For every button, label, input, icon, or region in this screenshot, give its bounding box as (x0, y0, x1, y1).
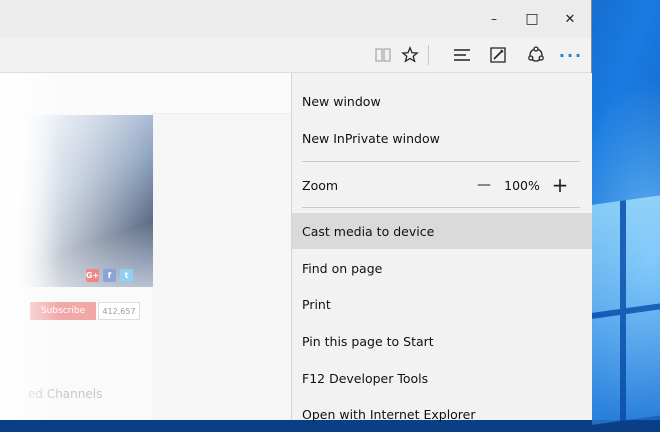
menu-divider (302, 161, 580, 162)
windows-logo-graphic (592, 195, 660, 425)
menu-item-new-window[interactable]: New window (292, 83, 592, 119)
zoom-in-button[interactable]: + (548, 173, 572, 197)
menu-item-label: Zoom (302, 177, 339, 193)
web-note-icon (490, 47, 506, 63)
reading-view-icon (375, 48, 391, 62)
facebook-icon[interactable]: f (103, 269, 116, 282)
menu-item-find-on-page[interactable]: Find on page (292, 250, 592, 286)
menu-item-pin-to-start[interactable]: Pin this page to Start (292, 323, 592, 359)
menu-item-developer-tools[interactable]: F12 Developer Tools (292, 360, 592, 396)
favorite-star-icon (401, 46, 419, 63)
more-actions-menu: New window New InPrivate window Zoom — 1… (291, 73, 592, 422)
browser-toolbar: ··· (0, 38, 591, 73)
zoom-out-button[interactable]: — (472, 173, 496, 197)
reading-view-button[interactable] (368, 41, 398, 69)
menu-item-zoom: Zoom — 100% + (292, 167, 592, 203)
menu-item-label: New window (302, 93, 381, 109)
hub-icon (454, 49, 470, 61)
more-icon: ··· (558, 45, 584, 65)
menu-item-label: New InPrivate window (302, 130, 440, 146)
zoom-control: — 100% + (472, 167, 572, 203)
minimize-icon: – (491, 12, 497, 26)
title-bar: – □ ✕ (0, 0, 591, 38)
menu-item-new-inprivate-window[interactable]: New InPrivate window (292, 120, 592, 156)
maximize-icon: □ (525, 11, 539, 27)
hub-button[interactable] (447, 41, 477, 69)
menu-item-label: F12 Developer Tools (302, 370, 429, 386)
menu-item-label: Print (302, 296, 331, 312)
minus-icon: — (477, 177, 491, 193)
menu-item-cast-media[interactable]: Cast media to device (292, 213, 592, 249)
share-button[interactable] (521, 41, 551, 69)
plus-icon: + (551, 173, 569, 197)
menu-item-label: Cast media to device (302, 223, 435, 239)
menu-item-label: Find on page (302, 260, 383, 276)
close-icon: ✕ (564, 11, 576, 27)
more-actions-button[interactable]: ··· (556, 41, 586, 69)
minimize-button[interactable]: – (476, 6, 512, 32)
page-fade-overlay (0, 73, 60, 420)
subscriber-count: 412,657 (98, 302, 140, 320)
google-plus-icon[interactable]: G+ (86, 269, 99, 282)
menu-item-open-with-ie[interactable]: Open with Internet Explorer (292, 396, 592, 432)
favorites-button[interactable] (395, 41, 425, 69)
menu-item-label: Pin this page to Start (302, 333, 434, 349)
share-icon (528, 46, 544, 62)
web-note-button[interactable] (483, 41, 513, 69)
edge-browser-window: – □ ✕ ··· G+ f t Subscribe 412,657 ed Ch… (0, 0, 592, 422)
twitter-icon[interactable]: t (120, 269, 133, 282)
menu-divider (302, 207, 580, 208)
close-button[interactable]: ✕ (552, 6, 588, 32)
menu-item-print[interactable]: Print (292, 286, 592, 322)
maximize-button[interactable]: □ (514, 6, 550, 32)
menu-item-label: Open with Internet Explorer (302, 406, 476, 422)
zoom-level: 100% (504, 177, 540, 193)
page-content: G+ f t Subscribe 412,657 ed Channels (0, 73, 292, 420)
toolbar-divider (428, 45, 429, 65)
